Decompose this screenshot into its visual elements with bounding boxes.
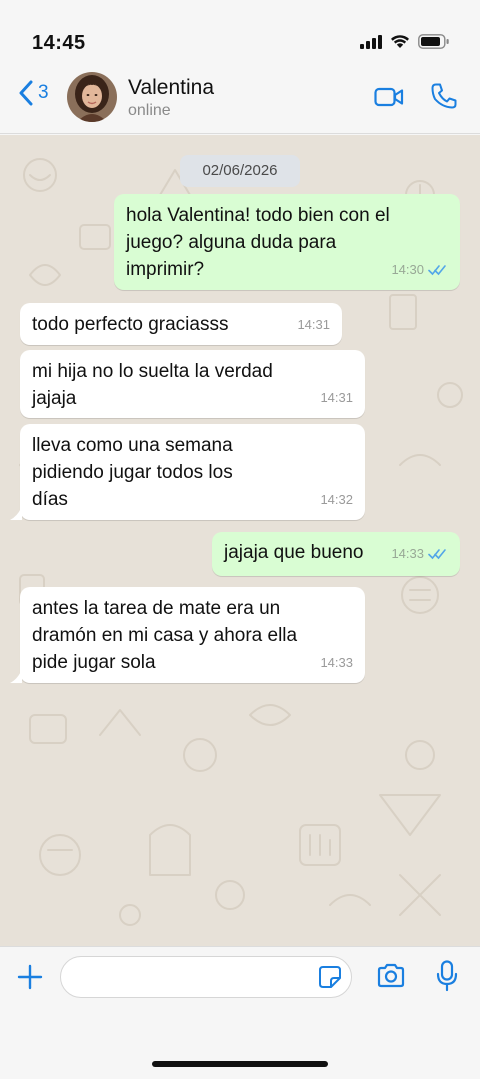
message-line: mi hija no lo suelta la verdad xyxy=(32,361,273,382)
back-chevron-icon xyxy=(19,80,33,106)
message-line: pidiendo jugar todos los xyxy=(32,462,233,483)
battery-icon xyxy=(418,34,449,49)
message-line: días xyxy=(32,489,68,510)
phone-icon xyxy=(431,83,457,109)
sticker-button[interactable] xyxy=(318,965,342,994)
message-input[interactable] xyxy=(60,956,352,998)
message-meta: 14:31 xyxy=(297,311,330,338)
message-line: hola Valentina! todo bien con el xyxy=(126,205,390,226)
message-meta: 14:30 xyxy=(391,256,448,283)
status-icons xyxy=(360,34,450,49)
message-time: 14:30 xyxy=(391,262,424,277)
message-meta: 14:33 xyxy=(320,649,353,676)
double-check-icon xyxy=(428,548,446,559)
microphone-button[interactable] xyxy=(436,960,458,997)
message-line: jajaja xyxy=(32,388,77,409)
message-bubble-incoming[interactable]: mi hija no lo suelta la verdad jajaja 14… xyxy=(20,350,365,418)
camera-button[interactable] xyxy=(376,963,406,994)
back-count: 3 xyxy=(38,82,49,103)
message-time: 14:32 xyxy=(320,492,353,507)
message-bubble-outgoing[interactable]: hola Valentina! todo bien con el juego? … xyxy=(114,194,460,290)
double-check-icon xyxy=(428,264,446,275)
signal-icon xyxy=(360,34,382,49)
sticker-icon xyxy=(319,966,341,988)
bubble-tail xyxy=(10,669,22,683)
bubble-tail xyxy=(10,506,22,520)
message-line: antes la tarea de mate era un xyxy=(32,598,281,619)
chat-header: 3 Valentina online xyxy=(0,62,480,134)
wifi-icon xyxy=(391,35,409,48)
message-line: juego? alguna duda para xyxy=(126,232,337,253)
message-bubble-incoming[interactable]: antes la tarea de mate era un dramón en … xyxy=(20,587,365,683)
message-bubble-incoming[interactable]: lleva como una semana pidiendo jugar tod… xyxy=(20,424,365,520)
date-chip: 02/06/2026 xyxy=(180,155,300,187)
message-time: 14:33 xyxy=(320,655,353,670)
message-line: dramón en mi casa y ahora ella xyxy=(32,625,298,646)
message-time: 14:31 xyxy=(297,317,330,332)
video-call-button[interactable] xyxy=(374,86,404,113)
message-line: lleva como una semana xyxy=(32,435,233,456)
message-time: 14:33 xyxy=(391,546,424,561)
back-button[interactable]: 3 xyxy=(18,80,49,106)
message-meta: 14:31 xyxy=(320,384,353,411)
message-time: 14:31 xyxy=(320,390,353,405)
plus-icon xyxy=(17,964,43,990)
message-meta: 14:32 xyxy=(320,486,353,513)
status-time: 14:45 xyxy=(32,32,86,54)
message-line: todo perfecto graciasss xyxy=(32,314,229,335)
chat-area[interactable]: 02/06/2026 hola Valentina! todo bien con… xyxy=(0,135,480,946)
message-bubble-outgoing[interactable]: jajaja que bueno 14:33 xyxy=(212,532,460,576)
attach-button[interactable] xyxy=(16,963,44,996)
avatar[interactable] xyxy=(67,72,117,122)
contact-name[interactable]: Valentina xyxy=(128,76,214,100)
microphone-icon xyxy=(436,960,458,992)
home-indicator[interactable] xyxy=(152,1061,328,1067)
camera-icon xyxy=(377,963,405,988)
video-camera-icon xyxy=(374,87,404,107)
message-line: pide jugar sola xyxy=(32,652,156,673)
message-meta: 14:33 xyxy=(391,540,448,567)
voice-call-button[interactable] xyxy=(430,82,458,115)
message-bubble-incoming[interactable]: todo perfecto graciasss 14:31 xyxy=(20,303,342,345)
contact-status: online xyxy=(128,102,171,119)
input-bar xyxy=(0,946,480,1079)
